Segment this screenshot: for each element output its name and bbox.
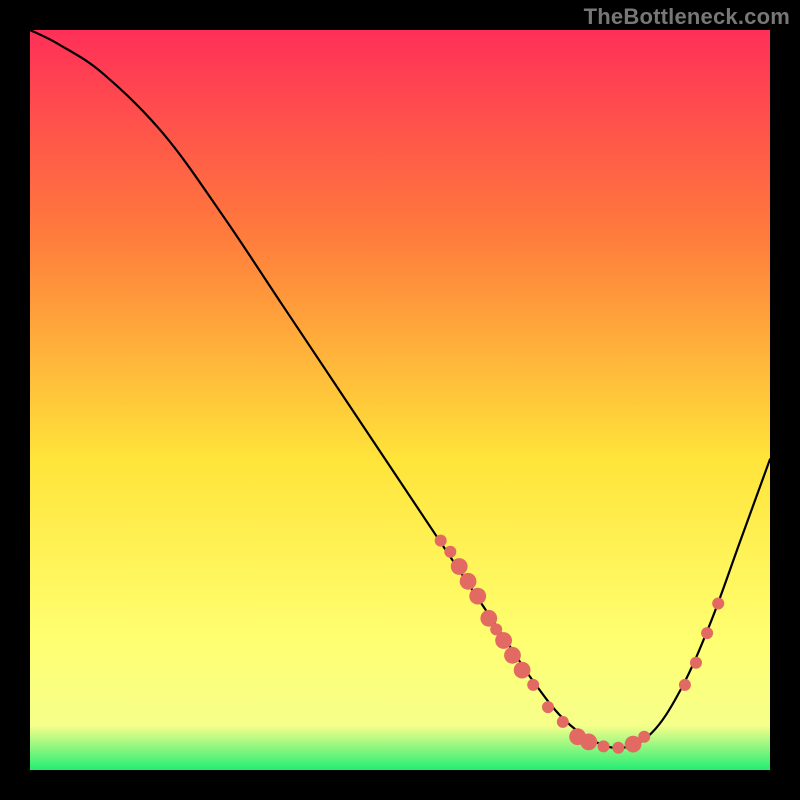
curve-marker — [580, 733, 597, 750]
curve-marker — [638, 731, 650, 743]
curve-marker — [527, 679, 539, 691]
chart-svg — [30, 30, 770, 770]
curve-marker — [444, 546, 456, 558]
chart-plot-area — [30, 30, 770, 770]
curve-marker — [514, 662, 531, 679]
curve-marker — [679, 679, 691, 691]
curve-marker — [690, 657, 702, 669]
curve-marker — [451, 558, 468, 575]
curve-marker — [712, 598, 724, 610]
curve-marker — [557, 716, 569, 728]
curve-marker — [469, 588, 486, 605]
curve-marker — [598, 740, 610, 752]
curve-marker — [542, 701, 554, 713]
curve-marker — [701, 627, 713, 639]
curve-marker — [504, 647, 521, 664]
gradient-background — [30, 30, 770, 770]
curve-marker — [612, 742, 624, 754]
attribution-label: TheBottleneck.com — [584, 4, 790, 30]
curve-marker — [460, 573, 477, 590]
curve-marker — [435, 535, 447, 547]
curve-marker — [495, 632, 512, 649]
chart-frame: TheBottleneck.com — [0, 0, 800, 800]
